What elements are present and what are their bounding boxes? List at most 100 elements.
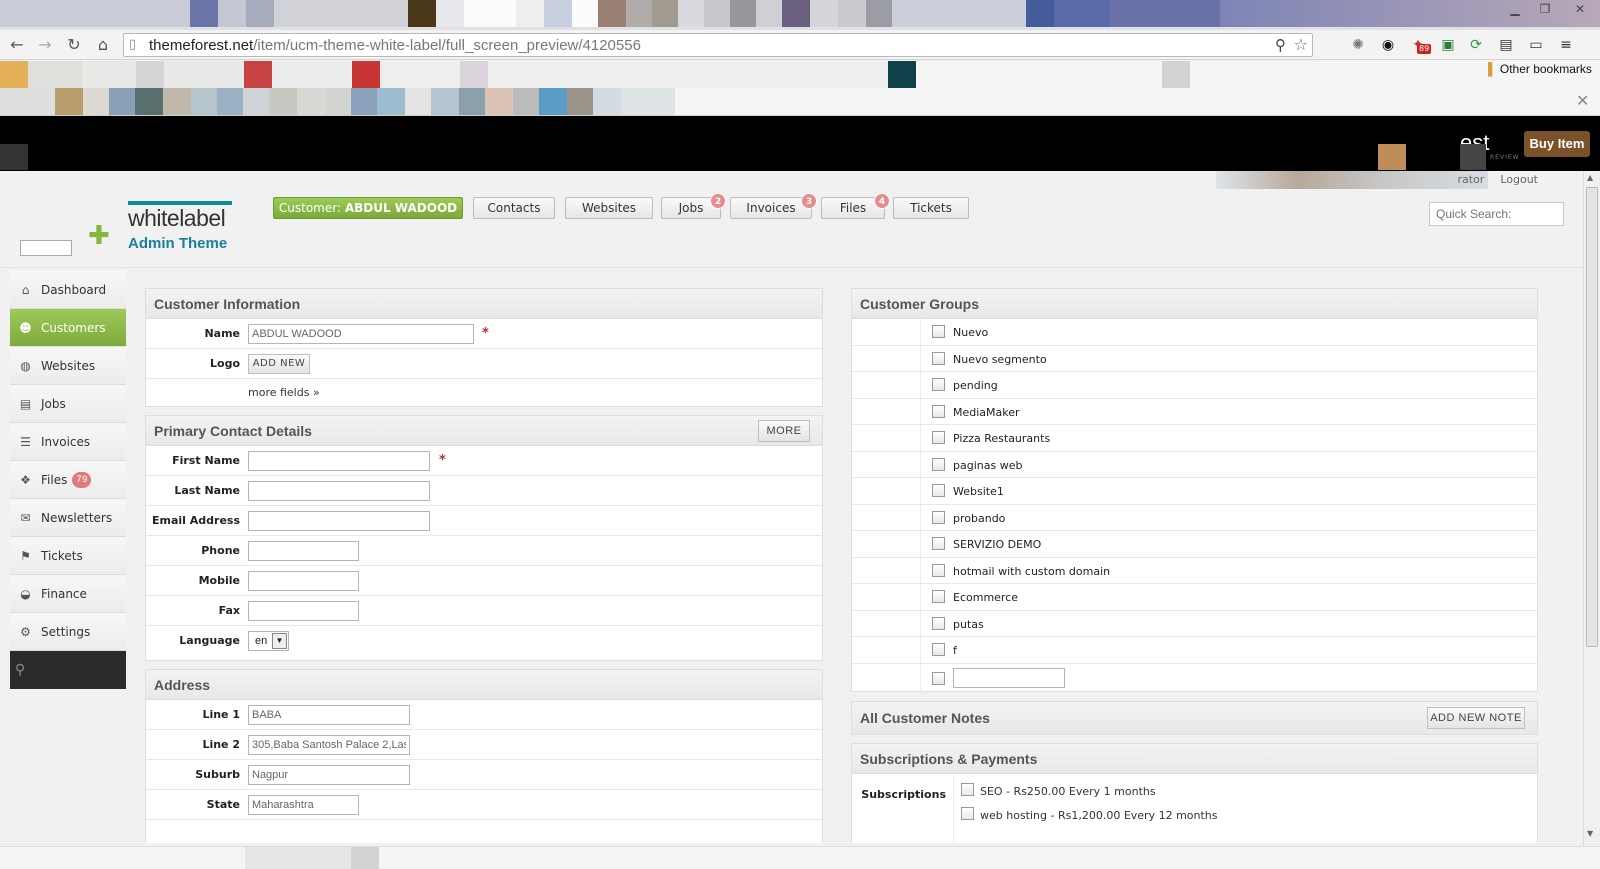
group-checkbox[interactable] bbox=[932, 404, 945, 418]
fax-label: Fax bbox=[218, 604, 240, 617]
logo-label: Logo bbox=[210, 357, 240, 370]
group-checkbox[interactable] bbox=[932, 457, 945, 471]
other-bookmarks[interactable]: ▌ Other bookmarks bbox=[1488, 61, 1592, 77]
subscription-checkbox[interactable] bbox=[961, 783, 974, 796]
globe-icon: ◍ bbox=[20, 358, 31, 373]
group-checkbox[interactable] bbox=[932, 484, 945, 497]
home-icon[interactable]: ⌂ bbox=[92, 35, 114, 55]
red-extension-icon[interactable]: ✦89 bbox=[1408, 35, 1432, 55]
subscription-checkbox[interactable] bbox=[961, 807, 974, 820]
add-new-logo-button[interactable]: ADD NEW bbox=[248, 354, 310, 374]
window-close-icon[interactable]: ✕ bbox=[1560, 0, 1600, 18]
first-name-input[interactable] bbox=[248, 451, 430, 471]
group-checkbox[interactable] bbox=[932, 563, 945, 577]
suburb-input[interactable] bbox=[248, 765, 410, 785]
new-group-input[interactable] bbox=[953, 667, 1065, 688]
sidebar-item-settings[interactable]: ⚙ Settings bbox=[10, 613, 126, 651]
group-checkbox[interactable] bbox=[932, 510, 945, 524]
name-input[interactable] bbox=[248, 324, 474, 344]
group-row: Nuevo bbox=[852, 319, 1537, 346]
tab-invoices[interactable]: Invoices bbox=[730, 197, 812, 219]
group-checkbox[interactable] bbox=[932, 378, 945, 391]
first-name-row: First Name * bbox=[146, 446, 822, 476]
group-checkbox[interactable] bbox=[932, 616, 945, 630]
chevron-down-icon[interactable]: ▼ bbox=[272, 633, 287, 649]
group-row: Website1 bbox=[852, 478, 1537, 505]
mobile-row: Mobile bbox=[146, 566, 822, 596]
scroll-up-icon[interactable]: ▲ bbox=[1587, 173, 1593, 182]
star-icon[interactable]: ☆ bbox=[1294, 35, 1308, 54]
phone-input[interactable] bbox=[248, 541, 359, 561]
scroll-thumb[interactable] bbox=[1586, 187, 1598, 647]
tab-contacts[interactable]: Contacts bbox=[473, 197, 555, 219]
group-row: hotmail with custom domain bbox=[852, 557, 1537, 584]
refresh-extension-icon[interactable]: ⟳ bbox=[1466, 35, 1486, 55]
tab-tickets[interactable]: Tickets bbox=[893, 197, 969, 219]
more-button[interactable]: MORE bbox=[758, 420, 810, 442]
sidebar-item-jobs[interactable]: ▤ Jobs bbox=[10, 385, 126, 423]
logout-link[interactable]: Logout bbox=[1500, 173, 1538, 186]
subscriptions-panel: Subscriptions & Payments Subscriptions S… bbox=[851, 743, 1538, 843]
restore-icon[interactable]: ❐ bbox=[1530, 0, 1560, 18]
broken-image-icon bbox=[20, 240, 72, 256]
screen-extension-icon[interactable]: ▤ bbox=[1496, 35, 1516, 55]
group-row: Nuevo segmento bbox=[852, 345, 1537, 372]
back-icon[interactable]: ← bbox=[6, 35, 28, 55]
address-bar[interactable]: ▯ themeforest.net/item/ucm-theme-white-l… bbox=[123, 33, 1313, 57]
sidebar-item-files[interactable]: ❖ Files 79 bbox=[10, 461, 126, 499]
mobile-input[interactable] bbox=[248, 571, 359, 591]
minimize-icon[interactable]: ▁ bbox=[1500, 0, 1530, 18]
sidebar-item-tickets[interactable]: ⚑ Tickets bbox=[10, 537, 126, 575]
group-row: SERVIZIO DEMO bbox=[852, 531, 1537, 558]
quick-search-input[interactable] bbox=[1429, 202, 1564, 226]
page-scrollbar[interactable]: ▲ ▼ bbox=[1583, 171, 1600, 846]
buy-item-button[interactable]: Buy Item bbox=[1524, 131, 1590, 157]
line2-row: Line 2 bbox=[146, 730, 822, 760]
sidebar-item-websites[interactable]: ◍ Websites bbox=[10, 347, 126, 385]
green-extension-icon[interactable]: ▣ bbox=[1438, 35, 1458, 55]
customer-groups-panel: Customer Groups Nuevo Nuevo segmento pen… bbox=[851, 288, 1538, 693]
search-icon[interactable]: ⚲ bbox=[1275, 36, 1286, 54]
document-icon: ▤ bbox=[19, 396, 32, 411]
tab-websites[interactable]: Websites bbox=[565, 197, 653, 219]
sidebar-footer: ⚲ bbox=[10, 651, 126, 689]
sidebar-item-finance[interactable]: ◒ Finance bbox=[10, 575, 126, 613]
new-group-checkbox[interactable] bbox=[932, 671, 945, 685]
line2-input[interactable] bbox=[248, 735, 410, 755]
sidebar-item-dashboard[interactable]: ⌂ Dashboard bbox=[10, 271, 126, 309]
group-checkbox[interactable] bbox=[932, 590, 945, 603]
logo-title: whitelabel bbox=[128, 205, 226, 231]
add-new-note-button[interactable]: ADD NEW NOTE bbox=[1427, 707, 1525, 729]
settings-extension-icon[interactable]: ✺ bbox=[1348, 35, 1368, 55]
invoice-icon: ☰ bbox=[20, 434, 31, 449]
customer-notes-panel: All Customer Notes ADD NEW NOTE bbox=[851, 701, 1538, 735]
group-checkbox[interactable] bbox=[932, 325, 945, 338]
sidebar-item-invoices[interactable]: ☰ Invoices bbox=[10, 423, 126, 461]
group-checkbox[interactable] bbox=[932, 351, 945, 365]
reload-icon[interactable]: ↻ bbox=[63, 35, 85, 55]
group-checkbox[interactable] bbox=[932, 537, 945, 550]
close-bar-icon[interactable]: ✕ bbox=[1576, 91, 1589, 110]
plus-icon[interactable]: ✚ bbox=[88, 221, 110, 251]
forward-icon[interactable]: → bbox=[34, 35, 56, 55]
tab-customer[interactable]: Customer: ABDUL WADOOD bbox=[273, 197, 463, 219]
group-checkbox[interactable] bbox=[932, 643, 945, 656]
more-fields-link[interactable]: more fields » bbox=[248, 386, 320, 399]
circle-extension-icon[interactable]: ◉ bbox=[1378, 35, 1398, 55]
menu-icon[interactable]: ≡ bbox=[1556, 35, 1576, 55]
language-select[interactable]: en ▼ bbox=[248, 631, 289, 651]
email-input[interactable] bbox=[248, 511, 430, 531]
line1-label: Line 1 bbox=[202, 708, 240, 721]
administrator-link[interactable]: rator bbox=[1457, 173, 1484, 186]
fax-input[interactable] bbox=[248, 601, 359, 621]
state-input[interactable] bbox=[248, 795, 359, 815]
first-name-label: First Name bbox=[172, 454, 240, 467]
sidebar-item-customers[interactable]: ☻ Customers bbox=[10, 309, 126, 347]
window-extension-icon[interactable]: ▭ bbox=[1526, 35, 1546, 55]
scroll-down-icon[interactable]: ▼ bbox=[1587, 829, 1593, 838]
group-checkbox[interactable] bbox=[932, 431, 945, 444]
files-badge: 4 bbox=[874, 193, 890, 209]
sidebar-item-newsletters[interactable]: ✉ Newsletters bbox=[10, 499, 126, 537]
last-name-input[interactable] bbox=[248, 481, 430, 501]
line1-input[interactable] bbox=[248, 705, 410, 725]
